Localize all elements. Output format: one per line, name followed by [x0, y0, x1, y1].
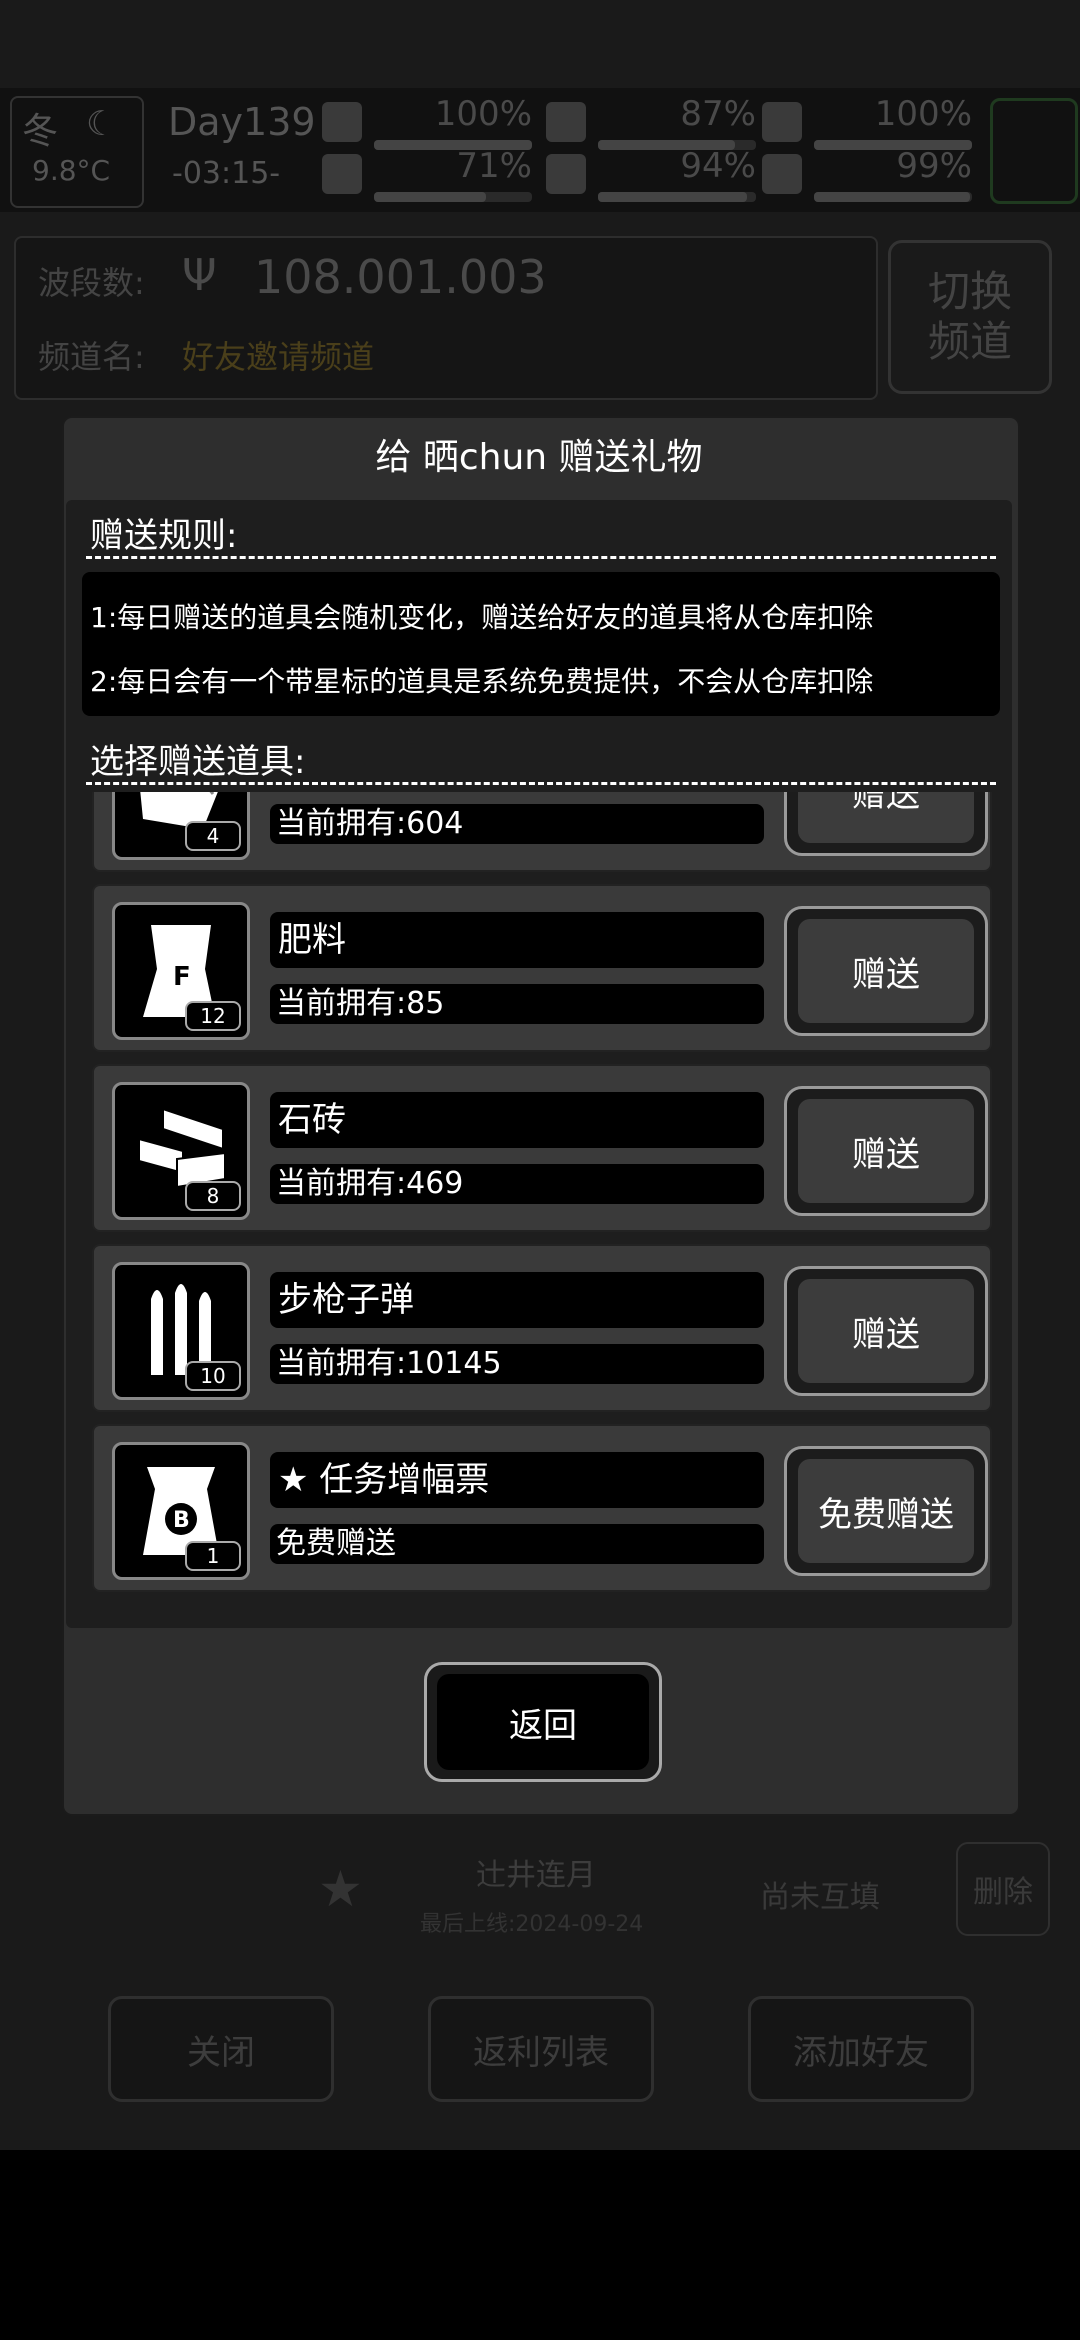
stat-mood: 99%	[762, 146, 972, 202]
friend-status: 尚未互填	[760, 1880, 880, 1915]
select-title: 选择赠送道具:	[90, 742, 306, 782]
item-thumbnail: 8	[112, 1082, 250, 1220]
day-label: Day139	[168, 100, 316, 144]
channel-label: 频道名:	[38, 338, 145, 376]
divider	[86, 556, 996, 559]
rule-1: 1:每日赠送的道具会随机变化，赠送给好友的道具将从仓库扣除	[90, 601, 874, 634]
close-button[interactable]: 关闭	[108, 1996, 334, 2102]
friend-last-online: 最后上线:2024-09-24	[420, 1912, 644, 1937]
item-count: 8	[185, 1181, 241, 1211]
status-slot[interactable]	[990, 98, 1078, 204]
item-owned: 当前拥有:469	[270, 1164, 764, 1204]
give-button[interactable]: 赠送	[784, 1086, 988, 1216]
time-label: -03:15-	[172, 156, 281, 191]
star-icon: ★	[318, 1860, 363, 1918]
item-thumbnail: 10	[112, 1262, 250, 1400]
back-button[interactable]: 返回	[424, 1662, 662, 1782]
gift-item: B 1 ★ 任务增幅票 免费赠送 免费赠送	[92, 1424, 992, 1592]
gift-item: 8 石砖 当前拥有:469 赠送	[92, 1064, 992, 1232]
frequency-value: 108.001.003	[254, 250, 547, 304]
svg-text:F: F	[173, 962, 191, 992]
item-thumbnail: F 12	[112, 902, 250, 1040]
item-owned: 当前拥有:10145	[270, 1344, 764, 1384]
gift-item: F 12 肥料 当前拥有:85 赠送	[92, 884, 992, 1052]
antenna-icon: Ψ	[182, 250, 217, 301]
heart-icon	[762, 154, 802, 194]
band-label: 波段数:	[38, 264, 145, 302]
pill-icon	[762, 102, 802, 142]
item-count: 10	[185, 1361, 241, 1391]
stat-medicine: 100%	[762, 94, 972, 150]
free-give-button[interactable]: 免费赠送	[784, 1446, 988, 1576]
stomach-icon	[546, 102, 586, 142]
channel-name: 好友邀请频道	[182, 338, 375, 376]
item-count: 4	[185, 821, 241, 851]
item-thumbnail: B 1	[112, 1442, 250, 1580]
item-name: 肥料	[270, 912, 764, 968]
svg-text:B: B	[173, 1508, 190, 1533]
gift-item: 4 枕巾 当前拥有:604 赠送	[92, 792, 992, 872]
item-count: 1	[185, 1541, 241, 1571]
gift-item-list[interactable]: 4 枕巾 当前拥有:604 赠送 F 12 肥料 当前拥有:85 赠送	[82, 792, 994, 1612]
season-label: 冬	[22, 111, 59, 152]
day-indicator: Day139 -03:15-	[160, 96, 316, 204]
item-count: 12	[185, 1001, 241, 1031]
season-indicator: 冬 ☾ 9.8°C	[10, 96, 144, 208]
divider	[86, 782, 996, 785]
rules-title: 赠送规则:	[90, 516, 238, 556]
moon-icon: ☾	[86, 104, 117, 144]
give-button[interactable]: 赠送	[784, 906, 988, 1036]
gift-item: 10 步枪子弹 当前拥有:10145 赠送	[92, 1244, 992, 1412]
rebate-list-button[interactable]: 返利列表	[428, 1996, 654, 2102]
switch-channel-button[interactable]: 切换 频道	[888, 240, 1052, 394]
item-owned: 当前拥有:85	[270, 984, 764, 1024]
item-name: ★ 任务增幅票	[270, 1452, 764, 1508]
temperature-label: 9.8°C	[32, 154, 111, 187]
give-button[interactable]: 赠送	[784, 1266, 988, 1396]
stat-stamina: 71%	[322, 146, 532, 202]
give-button[interactable]: 赠送	[784, 792, 988, 856]
boot-icon	[322, 154, 362, 194]
dialog-title: 给 晒chun 赠送礼物	[375, 437, 703, 478]
stat-thirst: 94%	[546, 146, 756, 202]
stat-hunger: 87%	[546, 94, 756, 150]
delete-friend-button[interactable]: 删除	[956, 1842, 1050, 1936]
stat-health: 100%	[322, 94, 532, 150]
add-friend-button[interactable]: 添加好友	[748, 1996, 974, 2102]
item-thumbnail: 4	[112, 792, 250, 860]
water-drop-icon	[546, 154, 586, 194]
item-name: 步枪子弹	[270, 1272, 764, 1328]
item-owned: 当前拥有:604	[270, 804, 764, 844]
rule-2: 2:每日会有一个带星标的道具是系统免费提供，不会从仓库扣除	[90, 665, 874, 698]
friend-name: 辻井连月	[476, 1858, 596, 1893]
item-name: 石砖	[270, 1092, 764, 1148]
item-owned: 免费赠送	[270, 1524, 764, 1564]
medkit-icon	[322, 102, 362, 142]
